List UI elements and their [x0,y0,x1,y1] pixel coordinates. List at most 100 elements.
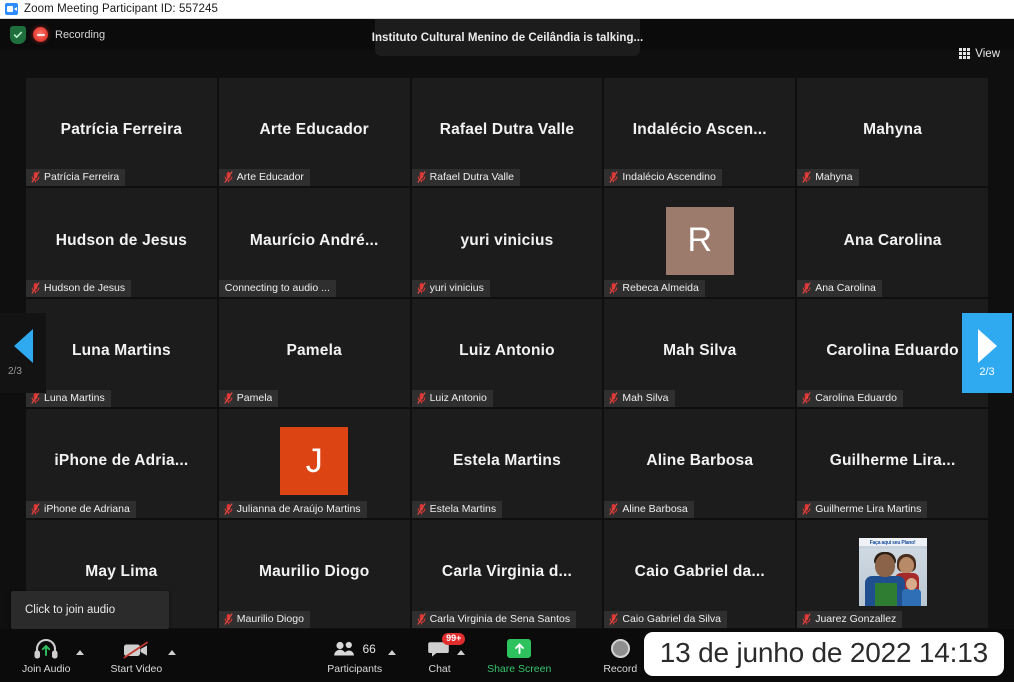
previous-page-button[interactable]: 2/3 [0,313,46,393]
microphone-muted-icon [802,613,811,625]
participant-display-name: Aline Barbosa [646,452,754,470]
participant-name-strip: Carla Virginia de Sena Santos [411,611,577,628]
page-indicator-left: 2/3 [8,366,22,377]
participant-tile[interactable]: Rafael Dutra Valle Rafael Dutra Valle [411,78,603,187]
participant-name-strip: Julianna de Araújo Martins [218,500,367,518]
join-audio-tooltip: Click to join audio [11,591,169,636]
participant-name-strip: yuri vinicius [411,279,490,297]
participant-footer-label: iPhone de Adriana [44,502,130,515]
video-options-menu-button[interactable] [166,632,182,680]
participant-name-strip: Caio Gabriel da Silva [604,611,728,628]
microphone-muted-icon [802,171,811,184]
participant-display-name: Estela Martins [453,452,561,470]
participant-name-strip: Indalécio Ascendino [604,169,722,187]
participant-tile[interactable]: Caio Gabriel da... Caio Gabriel da Silva [604,519,796,628]
participant-display-name: Pamela [286,341,342,359]
participant-display-name: Arte Educador [259,121,369,139]
microphone-muted-icon [802,392,811,404]
participant-tile[interactable]: Faça aqui seu Plano! Juarez Gonzallez [797,519,988,628]
participant-tile[interactable]: Guilherme Lira... Guilherme Lira Martins [797,409,988,518]
participant-tile[interactable]: iPhone de Adria... iPhone de Adriana [26,409,217,518]
participant-tile[interactable]: Carolina Eduardo Carolina Eduardo [797,298,988,408]
participant-tile[interactable]: Arte Educador Arte Educador [218,78,410,187]
chevron-up-icon [388,650,397,655]
record-button[interactable]: Record [599,632,641,680]
participant-name-strip: Estela Martins [411,500,503,518]
participant-tile[interactable]: Carla Virginia d... Carla Virginia de Sen… [411,519,603,628]
participant-footer-label: Rebeca Almeida [622,281,699,294]
start-video-label: Start Video [110,662,163,675]
participant-name-strip: Rafael Dutra Valle [411,169,521,187]
record-circle-icon [610,637,630,661]
microphone-muted-icon [31,392,40,404]
participant-display-name: Luiz Antonio [459,341,555,359]
participants-options-menu-button[interactable] [386,632,402,680]
participant-avatar-initial: R [665,206,734,275]
participant-tile[interactable]: Mah Silva Mah Silva [604,298,796,408]
participant-footer-label: Patrícia Ferreira [44,171,120,184]
microphone-muted-icon [609,392,618,404]
participant-tile[interactable]: Luna Martins Luna Martins [26,298,217,408]
participant-tile[interactable]: Estela Martins Estela Martins [411,409,603,518]
microphone-muted-icon [802,502,811,515]
microphone-muted-icon [417,392,426,404]
participant-footer-label: Juarez Gonzallez [815,613,897,625]
participant-tile[interactable]: Ana Carolina Ana Carolina [797,188,988,297]
avatar-photo-image [858,548,927,606]
participant-avatar-photo: Faça aqui seu Plano! [858,537,927,606]
participant-avatar-initial: J [280,427,349,496]
microphone-muted-icon [417,502,426,515]
chat-unread-badge: 99+ [442,632,466,645]
participant-tile[interactable]: J Julianna de Araújo Martins [218,409,410,518]
participant-display-name: yuri vinicius [460,231,554,249]
join-audio-label: Join Audio [22,662,71,675]
start-video-button[interactable]: Start Video [106,632,166,680]
participant-tile[interactable]: Aline Barbosa Aline Barbosa [604,409,796,518]
participant-name-strip: Aline Barbosa [604,500,694,518]
participant-tile[interactable]: R Rebeca Almeida [604,188,796,297]
zoom-app-icon [5,3,18,15]
participant-tile[interactable]: Maurilio Diogo Maurilio Diogo [218,519,410,628]
microphone-muted-icon [31,171,40,184]
chat-label: Chat [428,662,451,675]
participant-display-name: Indalécio Ascen... [632,121,767,139]
active-speaker-banner: Instituto Cultural Menino de Ceilândia i… [372,19,643,56]
zoom-meeting-window: Zoom Meeting Participant ID: 557245 Reco… [0,0,1014,682]
participants-button[interactable]: 66 Participants [323,632,386,680]
participant-name-strip: iPhone de Adriana [26,500,136,518]
participant-footer-label: Carolina Eduardo [815,392,897,405]
participant-name-strip: Connecting to audio ... [218,279,336,297]
chevron-up-icon [457,650,466,655]
participant-tile[interactable]: Maurício André... Connecting to audio ... [218,188,410,297]
participant-name-strip: Mahyna [797,169,859,187]
next-page-button[interactable]: 2/3 [962,313,1012,393]
encryption-shield-icon[interactable] [10,25,26,44]
join-audio-button[interactable]: Join Audio [18,632,74,680]
participant-tile[interactable]: Luiz Antonio Luiz Antonio [411,298,603,408]
participant-tile[interactable]: Hudson de Jesus Hudson de Jesus [26,188,217,297]
view-button-label: View [975,47,1000,60]
participant-tile[interactable]: Pamela Pamela [218,298,410,408]
participants-label: Participants [327,662,383,675]
window-title: Zoom Meeting Participant ID: 557245 [24,3,218,15]
participant-name-strip: Hudson de Jesus [26,279,132,297]
participant-footer-label: Mah Silva [622,392,669,405]
microphone-muted-icon [802,282,811,294]
record-label: Record [603,662,638,675]
audio-options-menu-button[interactable] [74,632,90,680]
participant-tile[interactable]: Mahyna Mahyna [797,78,988,187]
recording-label: Recording [55,28,106,41]
microphone-muted-icon [31,502,40,515]
recording-indicator-icon[interactable] [33,27,48,42]
participant-display-name: Luna Martins [71,341,171,359]
participant-tile[interactable]: Patrícia Ferreira Patrícia Ferreira [26,78,217,187]
participant-tile[interactable]: yuri vinicius yuri vinicius [411,188,603,297]
chat-button[interactable]: 99+ Chat [424,632,466,680]
headset-icon [33,637,59,661]
microphone-muted-icon [417,171,426,184]
microphone-muted-icon [31,282,40,294]
participant-display-name: Patrícia Ferreira [60,121,183,139]
view-button[interactable]: View [954,43,1005,64]
share-screen-button[interactable]: Share Screen [483,632,555,680]
participant-tile[interactable]: Indalécio Ascen... Indalécio Ascendino [604,78,796,187]
